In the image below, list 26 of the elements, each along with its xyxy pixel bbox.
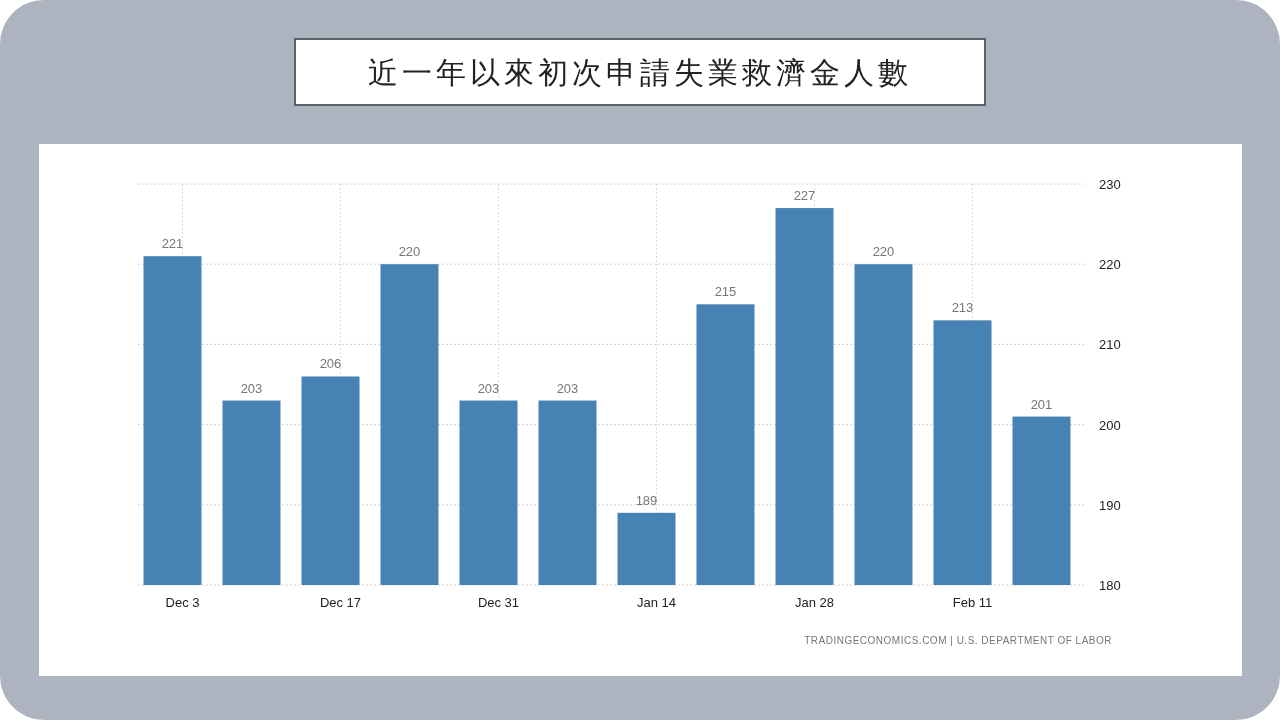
x-axis-label: Dec 31 [477, 595, 519, 610]
y-axis-label: 210 [1098, 337, 1121, 353]
value-label: 220 [398, 244, 420, 260]
value-label: 189 [635, 492, 657, 508]
value-label: 221 [161, 236, 183, 252]
y-axis-label: 230 [1098, 177, 1121, 192]
y-axis-label: 180 [1098, 578, 1121, 593]
value-label: 213 [951, 300, 973, 316]
value-label: 227 [793, 188, 815, 204]
value-label: 203 [556, 380, 578, 396]
y-axis-label: 190 [1098, 497, 1121, 513]
y-axis-label: 200 [1098, 417, 1121, 433]
source-credit: TRADINGECONOMICS.COM | U.S. DEPARTMENT OF LABOR [803, 635, 1112, 646]
slide-title: 近一年以來初次申請失業救濟金人數 [294, 38, 986, 106]
x-axis-label: Jan 28 [794, 595, 834, 610]
value-label: 206 [319, 356, 341, 372]
value-label: 203 [477, 380, 499, 396]
x-axis-label: Dec 17 [319, 595, 361, 610]
x-axis-label: Feb 11 [952, 595, 992, 610]
value-label: 215 [714, 284, 736, 300]
y-axis-label: 220 [1098, 257, 1121, 273]
x-axis-label: Jan 14 [636, 595, 676, 610]
value-label: 220 [872, 244, 894, 260]
value-label: 203 [240, 380, 262, 396]
value-label: 201 [1030, 396, 1052, 412]
x-axis-label: Dec 3 [165, 595, 199, 610]
